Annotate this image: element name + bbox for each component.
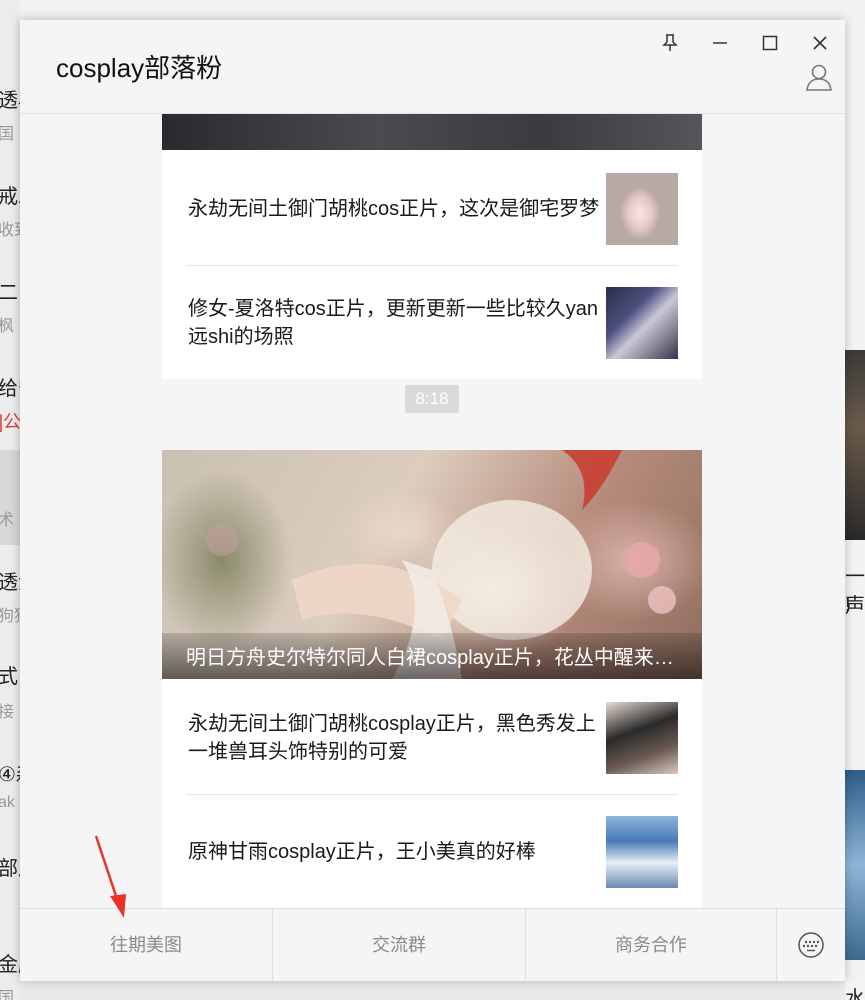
list-item[interactable]: 修女-夏洛特cos正片，更新更新一些比较久yan远shi的场照 bbox=[162, 266, 702, 379]
bg-fragment: 二 bbox=[0, 282, 18, 304]
article-title: 修女-夏洛特cos正片，更新更新一些比较久yan远shi的场照 bbox=[188, 297, 599, 348]
keyboard-icon[interactable] bbox=[776, 909, 845, 981]
bg-fragment: 金牌 bbox=[0, 954, 20, 976]
title-bar: cosplay部落粉 bbox=[20, 20, 845, 114]
pin-icon[interactable] bbox=[655, 28, 685, 58]
bg-fragment: 国 bbox=[0, 126, 15, 143]
bg-fragment: 狗狗 bbox=[0, 608, 20, 625]
red-arrow-annotation bbox=[94, 835, 126, 918]
article-title: 永劫无间土御门胡桃cosplay正片，黑色秀发上一堆兽耳头饰特别的可爱 bbox=[188, 713, 596, 763]
cover-image[interactable]: 明日方舟史尔特尔同人白裙cosplay正片，花丛中醒来的少女 bbox=[162, 450, 702, 679]
bg-fragment: 国 bbox=[0, 990, 15, 1000]
list-item[interactable]: 永劫无间土御门胡桃cosplay正片，黑色秀发上一堆兽耳头饰特别的可爱 bbox=[162, 682, 702, 794]
bg-fragment: 透滴 bbox=[0, 572, 20, 594]
previous-cover-image[interactable] bbox=[162, 114, 702, 150]
message-timestamp: 8:18 bbox=[405, 385, 459, 413]
bottom-menu: 往期美图 交流群 商务合作 bbox=[20, 908, 845, 981]
article-card: 明日方舟史尔特尔同人白裙cosplay正片，花丛中醒来的少女 永劫无间土御门胡桃… bbox=[162, 450, 702, 908]
article-card: 永劫无间土御门胡桃cos正片，这次是御宅罗梦 修女-夏洛特cos正片，更新更新一… bbox=[162, 114, 702, 379]
bg-fragment: ! bbox=[845, 594, 851, 616]
background-thumbnail bbox=[845, 350, 865, 540]
cover-caption-bar: 明日方舟史尔特尔同人白裙cosplay正片，花丛中醒来的少女 bbox=[162, 633, 702, 679]
background-chat-list: 透小 国 戒二 收到 二 枫 给安 ]公 术 透滴 狗狗 式 续 接 ④森 ak… bbox=[0, 0, 20, 1000]
window-title: cosplay部落粉 bbox=[56, 53, 223, 83]
background-selected-row bbox=[0, 450, 20, 545]
bg-fragment: 给安 bbox=[0, 378, 20, 400]
bg-fragment: ]公 bbox=[0, 412, 20, 432]
bg-fragment: 枫 bbox=[0, 318, 15, 335]
bg-fragment: ak bbox=[0, 794, 15, 811]
bg-fragment: 水 bbox=[845, 988, 865, 1000]
bg-fragment: 部风 bbox=[0, 858, 20, 880]
article-thumbnail bbox=[606, 286, 678, 359]
article-title: 原神甘雨cosplay正片，王小美真的好棒 bbox=[188, 840, 536, 863]
close-icon[interactable] bbox=[805, 28, 835, 58]
list-item[interactable]: 永劫无间土御门胡桃cos正片，这次是御宅罗梦 bbox=[162, 153, 702, 265]
message-feed[interactable]: 永劫无间土御门胡桃cos正片，这次是御宅罗梦 修女-夏洛特cos正片，更新更新一… bbox=[20, 114, 845, 908]
cover-title: 明日方舟史尔特尔同人白裙cosplay正片，花丛中醒来的少女 bbox=[186, 647, 686, 669]
bg-fragment: 术 bbox=[0, 512, 15, 529]
background-top-strip bbox=[20, 0, 865, 20]
menu-item-past-gallery[interactable]: 往期美图 bbox=[20, 909, 272, 981]
article-thumbnail bbox=[606, 815, 678, 888]
user-icon[interactable] bbox=[804, 62, 836, 94]
bg-fragment: 接 bbox=[0, 704, 15, 721]
background-right-strip: 一声 ! 水 bbox=[845, 20, 865, 1000]
bg-fragment: 收到 bbox=[0, 222, 20, 239]
bg-fragment: 透小 bbox=[0, 90, 20, 112]
official-account-window: cosplay部落粉 永劫无间土御门胡桃cos正片，这次是御宅罗梦 修女-夏洛特… bbox=[20, 20, 845, 981]
list-item[interactable]: 原神甘雨cosplay正片，王小美真的好棒 bbox=[162, 795, 702, 908]
maximize-icon[interactable] bbox=[755, 28, 785, 58]
bg-fragment: 戒二 bbox=[0, 186, 20, 208]
article-title: 永劫无间土御门胡桃cos正片，这次是御宅罗梦 bbox=[188, 198, 600, 220]
background-thumbnail bbox=[845, 770, 865, 960]
minimize-icon[interactable] bbox=[705, 28, 735, 58]
article-thumbnail bbox=[606, 173, 678, 245]
article-thumbnail bbox=[606, 702, 678, 774]
bg-fragment: ④森 bbox=[0, 764, 20, 786]
menu-item-business[interactable]: 商务合作 bbox=[526, 909, 776, 981]
bg-fragment: 式 续 bbox=[0, 666, 20, 688]
menu-item-group-chat[interactable]: 交流群 bbox=[273, 909, 525, 981]
